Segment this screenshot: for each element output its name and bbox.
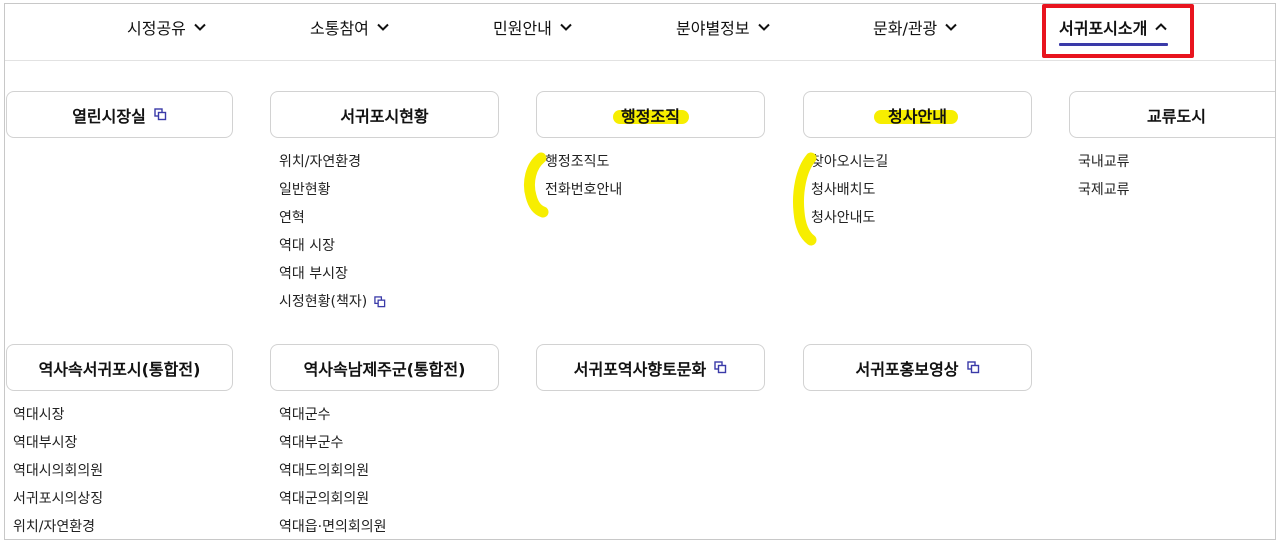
chevron-up-icon — [1154, 20, 1168, 34]
list-item[interactable]: 역대시장 — [13, 405, 103, 433]
nav-item-label: 서귀포시소개 — [1059, 19, 1148, 38]
list-item[interactable]: 역대부시장 — [13, 433, 103, 461]
link-label: 서귀포시의상징 — [13, 491, 104, 507]
list-item[interactable]: 역대군수 — [279, 405, 387, 433]
link-label: 전화번호안내 — [545, 182, 623, 198]
list-item[interactable]: 역대부군수 — [279, 433, 387, 461]
link-label: 역대읍·면의회의원 — [279, 519, 387, 535]
link-label: 위치/자연환경 — [279, 154, 361, 170]
nav-item-label: 민원안내 — [493, 19, 552, 38]
card-title: 역사속서귀포시(통합전) — [38, 359, 201, 379]
list-item[interactable]: 일반현황 — [279, 180, 386, 208]
nav-item-label: 문화/관광 — [873, 19, 938, 38]
list-item[interactable]: 역대도의회의원 — [279, 461, 387, 489]
building-guide-links: 찾아오시는길 청사배치도 청사안내도 — [811, 152, 888, 236]
link-label: 역대 부시장 — [279, 266, 348, 282]
sister-cities-links: 국내교류 국제교류 — [1078, 152, 1130, 208]
link-label: 찾아오시는길 — [811, 154, 889, 170]
link-label: 역대부시장 — [13, 435, 78, 451]
nav-item-seogwipo-intro[interactable]: 서귀포시소개 — [1059, 14, 1169, 46]
list-item[interactable]: 청사안내도 — [811, 208, 888, 236]
history-seogwipo-links: 역대시장 역대부시장 역대시의회의원 서귀포시의상징 위치/자연환경 — [13, 405, 103, 539]
list-item[interactable]: 역대 시장 — [279, 236, 386, 264]
admin-organization-links: 행정조직도 전화번호안내 — [545, 152, 622, 208]
link-label: 역대시의회의원 — [13, 463, 104, 479]
card-building-guide[interactable]: 청사안내 — [803, 91, 1032, 138]
nav-item-label: 소통참여 — [310, 19, 369, 38]
chevron-down-icon — [757, 20, 771, 34]
card-title: 청사안내 — [888, 106, 947, 126]
list-item[interactable]: 시정현황(책자) — [279, 292, 386, 320]
external-link-icon — [714, 361, 727, 374]
link-label: 연혁 — [279, 210, 305, 226]
link-label: 시정현황(책자) — [279, 294, 368, 310]
card-title: 서귀포역사향토문화 — [573, 359, 707, 379]
card-title: 교류도시 — [1147, 106, 1206, 126]
nav-item-culture-tourism[interactable]: 문화/관광 — [873, 14, 958, 40]
list-item[interactable]: 청사배치도 — [811, 180, 888, 208]
chevron-down-icon — [559, 20, 573, 34]
link-label: 행정조직도 — [545, 154, 610, 170]
top-navigation: 시정공유 소통참여 민원안내 분야별정보 문화/관광 서귀포시소개 — [5, 4, 1275, 61]
link-label: 역대 시장 — [279, 238, 335, 254]
list-item[interactable]: 서귀포시의상징 — [13, 489, 103, 517]
list-item[interactable]: 위치/자연환경 — [279, 152, 386, 180]
card-title: 행정조직 — [621, 106, 680, 126]
list-item[interactable]: 위치/자연환경 — [13, 517, 103, 539]
list-item[interactable]: 국내교류 — [1078, 152, 1130, 180]
list-item[interactable]: 국제교류 — [1078, 180, 1130, 208]
card-title: 서귀포시현황 — [340, 106, 429, 126]
external-link-icon — [966, 361, 980, 374]
nav-item-field-info[interactable]: 분야별정보 — [676, 14, 771, 40]
chevron-down-icon — [376, 20, 390, 34]
card-sister-cities[interactable]: 교류도시 — [1069, 91, 1275, 138]
link-label: 역대군수 — [279, 407, 331, 423]
nav-item-label: 시정공유 — [127, 19, 186, 38]
list-item[interactable]: 연혁 — [279, 208, 386, 236]
list-item[interactable]: 역대시의회의원 — [13, 461, 103, 489]
card-admin-organization[interactable]: 행정조직 — [536, 91, 765, 138]
chevron-down-icon — [944, 20, 958, 34]
link-label: 역대도의회의원 — [279, 463, 370, 479]
card-history-seogwipo[interactable]: 역사속서귀포시(통합전) — [6, 344, 233, 391]
card-city-status[interactable]: 서귀포시현황 — [270, 91, 499, 138]
nav-item-label: 분야별정보 — [676, 19, 750, 38]
link-label: 국제교류 — [1078, 182, 1130, 198]
link-label: 역대시장 — [13, 407, 65, 423]
mega-menu-frame: 시정공유 소통참여 민원안내 분야별정보 문화/관광 서귀포시소개 열린시장실 — [4, 3, 1276, 540]
card-title: 역사속남제주군(통합전) — [303, 359, 466, 379]
nav-item-communication[interactable]: 소통참여 — [310, 14, 390, 40]
active-underline — [1059, 43, 1169, 46]
card-history-namjeju[interactable]: 역사속남제주군(통합전) — [270, 344, 499, 391]
list-item[interactable]: 역대군의회의원 — [279, 489, 387, 517]
card-local-culture[interactable]: 서귀포역사향토문화 — [536, 344, 765, 391]
card-promo-video[interactable]: 서귀포홍보영상 — [803, 344, 1032, 391]
card-open-mayor-office[interactable]: 열린시장실 — [6, 91, 233, 138]
nav-item-city-sharing[interactable]: 시정공유 — [127, 14, 207, 40]
link-label: 국내교류 — [1078, 154, 1130, 170]
link-label: 위치/자연환경 — [13, 519, 95, 535]
external-link-icon — [154, 108, 167, 121]
city-status-links: 위치/자연환경 일반현황 연혁 역대 시장 역대 부시장 시정현황(책자) — [279, 152, 386, 320]
link-label: 청사안내도 — [811, 210, 876, 226]
card-title: 서귀포홍보영상 — [855, 359, 959, 379]
card-title: 열린시장실 — [72, 106, 146, 126]
external-link-icon — [374, 296, 386, 308]
list-item[interactable]: 행정조직도 — [545, 152, 622, 180]
history-namjeju-links: 역대군수 역대부군수 역대도의회의원 역대군의회의원 역대읍·면의회의원 — [279, 405, 387, 539]
link-label: 일반현황 — [279, 182, 331, 198]
link-label: 역대부군수 — [279, 435, 344, 451]
list-item[interactable]: 전화번호안내 — [545, 180, 622, 208]
list-item[interactable]: 역대 부시장 — [279, 264, 386, 292]
nav-item-civil-service[interactable]: 민원안내 — [493, 14, 573, 40]
list-item[interactable]: 찾아오시는길 — [811, 152, 888, 180]
link-label: 역대군의회의원 — [279, 491, 370, 507]
list-item[interactable]: 역대읍·면의회의원 — [279, 517, 387, 539]
chevron-down-icon — [193, 20, 207, 34]
link-label: 청사배치도 — [811, 182, 876, 198]
